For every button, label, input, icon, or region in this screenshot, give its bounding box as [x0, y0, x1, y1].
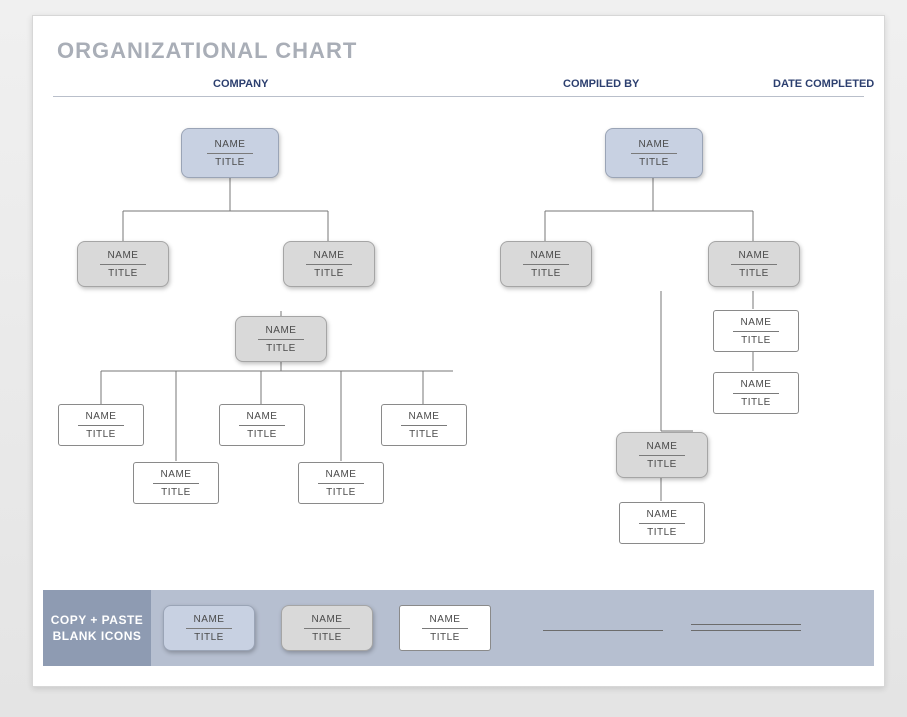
page: ORGANIZATIONAL CHART COMPANY COMPILED BY… — [0, 0, 907, 717]
org-node[interactable]: NAME TITLE — [77, 241, 169, 287]
page-title: ORGANIZATIONAL CHART — [57, 38, 357, 64]
palette-node-gray[interactable]: NAME TITLE — [281, 605, 373, 651]
node-title: TITLE — [247, 429, 277, 440]
node-title: TITLE — [531, 268, 561, 279]
node-title: TITLE — [266, 343, 296, 354]
node-title: TITLE — [312, 632, 342, 643]
node-name: NAME — [647, 509, 678, 520]
node-name: NAME — [741, 317, 772, 328]
node-name: NAME — [161, 469, 192, 480]
node-title: TITLE — [194, 632, 224, 643]
palette-divider-line — [691, 630, 801, 631]
node-name: NAME — [194, 614, 225, 625]
node-title: TITLE — [314, 268, 344, 279]
palette-label-line2: BLANK ICONS — [43, 628, 151, 644]
org-node[interactable]: NAME TITLE — [133, 462, 219, 504]
node-title: TITLE — [647, 527, 677, 538]
node-name: NAME — [531, 250, 562, 261]
org-node-root-left[interactable]: NAME TITLE — [181, 128, 279, 178]
palette-divider-line — [691, 624, 801, 625]
node-name: NAME — [312, 614, 343, 625]
header-date-completed: DATE COMPLETED — [773, 78, 874, 90]
node-name: NAME — [266, 325, 297, 336]
node-title: TITLE — [86, 429, 116, 440]
org-node[interactable]: NAME TITLE — [235, 316, 327, 362]
document-sheet: ORGANIZATIONAL CHART COMPANY COMPILED BY… — [32, 15, 885, 687]
org-node[interactable]: NAME TITLE — [616, 432, 708, 478]
node-title: TITLE — [161, 487, 191, 498]
palette-bar: NAME TITLE NAME TITLE NAME TITLE — [151, 590, 874, 666]
node-title: TITLE — [215, 157, 245, 168]
node-name: NAME — [247, 411, 278, 422]
org-node[interactable]: NAME TITLE — [713, 310, 799, 352]
header-company: COMPANY — [213, 78, 268, 90]
org-chart-canvas: NAMETITLE NAMETITLE NAMETITLE NAMETITLE … — [33, 106, 884, 554]
node-name: NAME — [739, 250, 770, 261]
node-title: TITLE — [409, 429, 439, 440]
org-node[interactable]: NAME TITLE — [500, 241, 592, 287]
org-node[interactable]: NAME TITLE — [219, 404, 305, 446]
node-name: NAME — [108, 250, 139, 261]
org-node[interactable]: NAME TITLE — [713, 372, 799, 414]
node-name: NAME — [86, 411, 117, 422]
node-name: NAME — [326, 469, 357, 480]
node-title: TITLE — [647, 459, 677, 470]
node-title: TITLE — [741, 335, 771, 346]
node-title: TITLE — [430, 632, 460, 643]
org-node[interactable]: NAME TITLE — [298, 462, 384, 504]
node-name: NAME — [639, 139, 670, 150]
org-node[interactable]: NAME TITLE — [619, 502, 705, 544]
palette-label-line1: COPY + PASTE — [43, 612, 151, 628]
node-title: TITLE — [108, 268, 138, 279]
header-rule — [53, 96, 864, 97]
node-name: NAME — [647, 441, 678, 452]
node-title: TITLE — [639, 157, 669, 168]
org-node-root-right[interactable]: NAME TITLE — [605, 128, 703, 178]
palette-label: COPY + PASTE BLANK ICONS — [43, 612, 151, 644]
node-name: NAME — [409, 411, 440, 422]
node-name: NAME — [314, 250, 345, 261]
palette-node-blue[interactable]: NAME TITLE — [163, 605, 255, 651]
node-title: TITLE — [739, 268, 769, 279]
org-node[interactable]: NAME TITLE — [381, 404, 467, 446]
palette-footer: COPY + PASTE BLANK ICONS NAME TITLE NAME T… — [43, 590, 874, 666]
header-compiled-by: COMPILED BY — [563, 78, 639, 90]
org-node[interactable]: NAME TITLE — [283, 241, 375, 287]
node-name: NAME — [215, 139, 246, 150]
org-node[interactable]: NAME TITLE — [708, 241, 800, 287]
node-name: NAME — [430, 614, 461, 625]
palette-divider-line — [543, 630, 663, 631]
node-title: TITLE — [741, 397, 771, 408]
org-node[interactable]: NAME TITLE — [58, 404, 144, 446]
palette-node-white[interactable]: NAME TITLE — [399, 605, 491, 651]
node-name: NAME — [741, 379, 772, 390]
node-title: TITLE — [326, 487, 356, 498]
